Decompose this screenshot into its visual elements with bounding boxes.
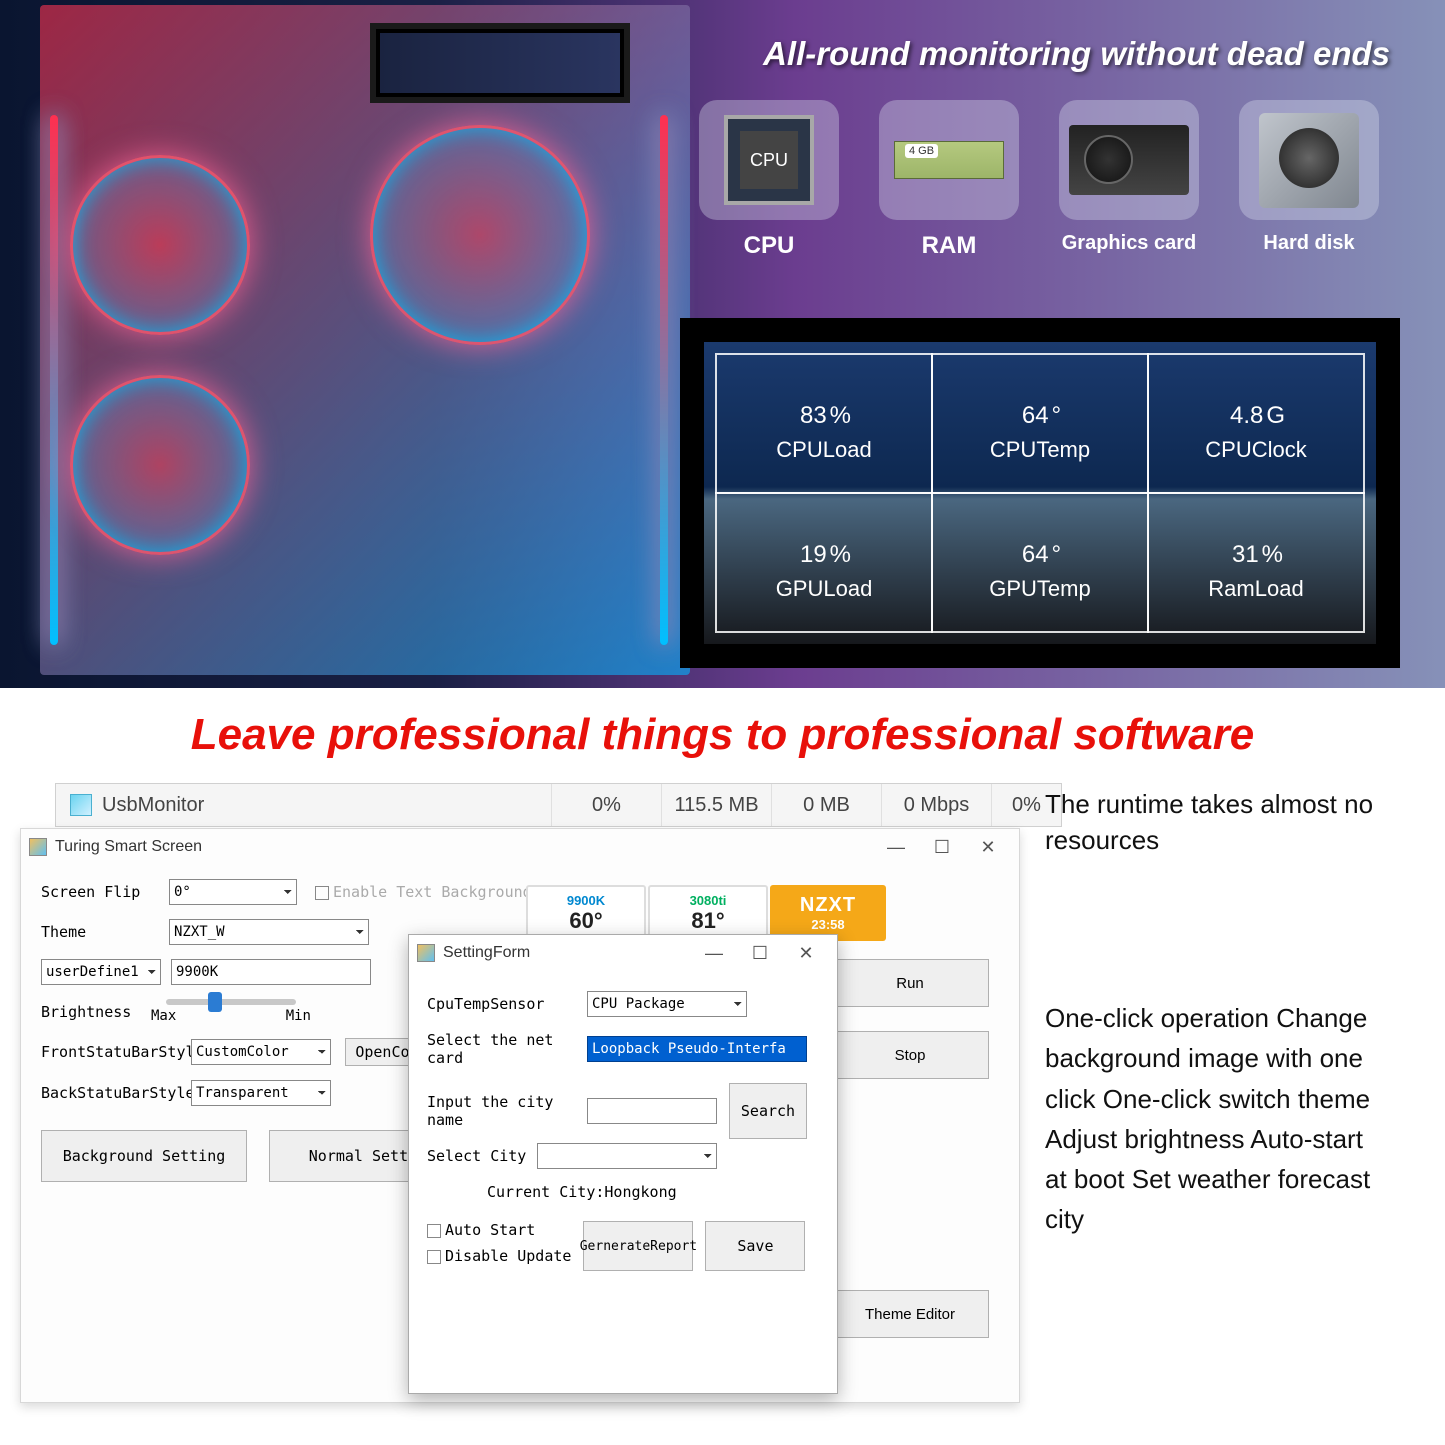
app-icon	[29, 838, 47, 856]
app-title: Turing Smart Screen	[55, 838, 202, 856]
popup-close-button[interactable]: ✕	[783, 937, 829, 969]
popup-title: SettingForm	[443, 944, 530, 962]
process-name: UsbMonitor	[102, 794, 204, 817]
popup-maximize-button[interactable]: ☐	[737, 937, 783, 969]
feature-row: CPU RAM Graphics card Hard disk	[688, 100, 1390, 290]
auto-start-checkbox[interactable]	[427, 1224, 441, 1238]
userdefine-select[interactable]: userDefine1	[41, 959, 161, 985]
cpu-icon	[724, 115, 814, 205]
tm-memory: 115.5 MB	[661, 784, 771, 826]
taskmgr-row: UsbMonitor 0% 115.5 MB 0 MB 0 Mbps 0%	[55, 783, 1062, 827]
stat-cputemp: 64°CPUTemp	[931, 353, 1149, 494]
features-description: One-click operation Change background im…	[1045, 998, 1385, 1240]
current-city-text: Current City:Hongkong	[487, 1183, 677, 1201]
backstyle-label: BackStatuBarStyle	[41, 1084, 191, 1102]
search-button[interactable]: Search	[729, 1083, 807, 1139]
netcard-label: Select the net card	[427, 1031, 587, 1067]
frontstyle-label: FrontStatuBarStyle	[41, 1043, 191, 1061]
city-input-label: Input the city name	[427, 1093, 587, 1129]
close-button[interactable]: ✕	[965, 831, 1011, 863]
cpu-sensor-label: CpuTempSensor	[427, 995, 587, 1013]
gpu-icon	[1069, 125, 1189, 195]
monitoring-headline: All-round monitoring without dead ends	[763, 35, 1390, 73]
feature-cpu: CPU	[688, 100, 850, 290]
backstyle-select[interactable]: Transparent	[191, 1080, 331, 1106]
enable-text-bg-checkbox[interactable]	[315, 886, 329, 900]
run-button[interactable]: Run	[831, 959, 989, 1007]
select-city-label: Select City	[427, 1147, 537, 1165]
tm-disk: 0 MB	[771, 784, 881, 826]
stats-panel: 83%CPULoad 64°CPUTemp 4.8GCPUClock 19%GP…	[680, 318, 1400, 668]
select-city-select[interactable]	[537, 1143, 717, 1169]
runtime-description: The runtime takes almost no resources	[1045, 786, 1375, 859]
theme-editor-button[interactable]: Theme Editor	[831, 1290, 989, 1338]
feature-hdd: Hard disk	[1228, 100, 1390, 290]
process-icon	[70, 794, 92, 816]
disable-update-checkbox[interactable]	[427, 1250, 441, 1264]
feature-ram: RAM	[868, 100, 1030, 290]
popup-icon	[417, 944, 435, 962]
pc-case-image	[40, 5, 690, 675]
frontstyle-select[interactable]: CustomColor	[191, 1039, 331, 1065]
main-titlebar: Turing Smart Screen — ☐ ✕	[21, 829, 1019, 865]
stat-cpuload: 83%CPULoad	[715, 353, 933, 494]
feature-gpu: Graphics card	[1048, 100, 1210, 290]
stat-ramload: 31%RamLoad	[1147, 492, 1365, 633]
save-button[interactable]: Save	[705, 1221, 805, 1271]
background-setting-button[interactable]: Background Setting	[41, 1130, 247, 1182]
ram-icon	[894, 141, 1004, 179]
popup-titlebar: SettingForm — ☐ ✕	[409, 935, 837, 971]
settings-popup: SettingForm — ☐ ✕ CpuTempSensor CPU Pack…	[408, 934, 838, 1394]
netcard-select[interactable]: Loopback Pseudo-Interface 1	[587, 1036, 807, 1062]
popup-minimize-button[interactable]: —	[691, 937, 737, 969]
hero-section: All-round monitoring without dead ends C…	[0, 0, 1445, 688]
brightness-label: Brightness	[41, 1003, 141, 1021]
tm-cpu: 0%	[551, 784, 661, 826]
stat-gpuload: 19%GPULoad	[715, 492, 933, 633]
city-input[interactable]	[587, 1098, 717, 1124]
stat-gputemp: 64°GPUTemp	[931, 492, 1149, 633]
screen-preview: 9900K60° 3080ti81° NZXT23:58	[526, 885, 886, 941]
stat-cpuclock: 4.8GCPUClock	[1147, 353, 1365, 494]
software-headline: Leave professional things to professiona…	[0, 710, 1445, 760]
generate-report-button[interactable]: GernerateReport	[583, 1221, 693, 1271]
cpu-sensor-select[interactable]: CPU Package	[587, 991, 747, 1017]
theme-select[interactable]: NZXT_W	[169, 919, 369, 945]
screen-flip-select[interactable]: 0°	[169, 879, 297, 905]
screen-flip-label: Screen Flip	[41, 883, 169, 901]
tm-network: 0 Mbps	[881, 784, 991, 826]
brightness-slider[interactable]	[166, 999, 296, 1005]
stop-button[interactable]: Stop	[831, 1031, 989, 1079]
theme-label: Theme	[41, 923, 169, 941]
hdd-icon	[1259, 113, 1359, 208]
maximize-button[interactable]: ☐	[919, 831, 965, 863]
userdefine-input[interactable]	[171, 959, 371, 985]
minimize-button[interactable]: —	[873, 831, 919, 863]
software-section: Leave professional things to professiona…	[0, 688, 1445, 1445]
